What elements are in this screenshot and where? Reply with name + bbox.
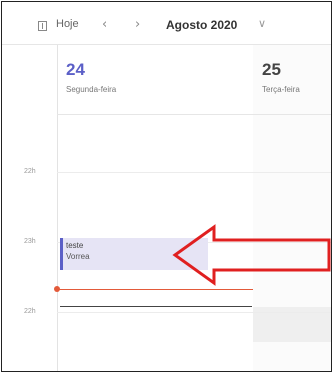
calendar-toolbar: Hoje ‹ › Agosto 2020 ∨ [2,2,331,45]
day-number-today[interactable]: 24 [66,60,85,80]
calendar-window: Hoje ‹ › Agosto 2020 ∨ 24 Segunda-feira … [1,1,332,372]
today-button[interactable]: Hoje [56,18,79,30]
hour-label: 23h [24,238,36,245]
hour-label: 22h [24,308,36,315]
hour-label: 22h [24,168,36,175]
current-time-line [57,289,253,290]
month-selector[interactable]: Agosto 2020 [166,18,237,32]
chevron-left-icon[interactable]: ‹ [102,17,107,32]
day-column-today[interactable] [57,45,254,371]
hour-gridline [57,312,331,313]
day-name-next: Terça-feira [262,85,300,94]
slot-divider [60,306,252,307]
day-name-today: Segunda-feira [66,85,117,94]
hour-gridline [57,172,331,173]
header-divider [57,114,331,115]
calendar-today-icon[interactable] [38,21,47,31]
annotation-arrow-icon [172,224,331,286]
chevron-down-icon[interactable]: ∨ [258,17,266,30]
chevron-right-icon[interactable]: › [135,17,140,32]
day-number-next[interactable]: 25 [262,60,281,80]
